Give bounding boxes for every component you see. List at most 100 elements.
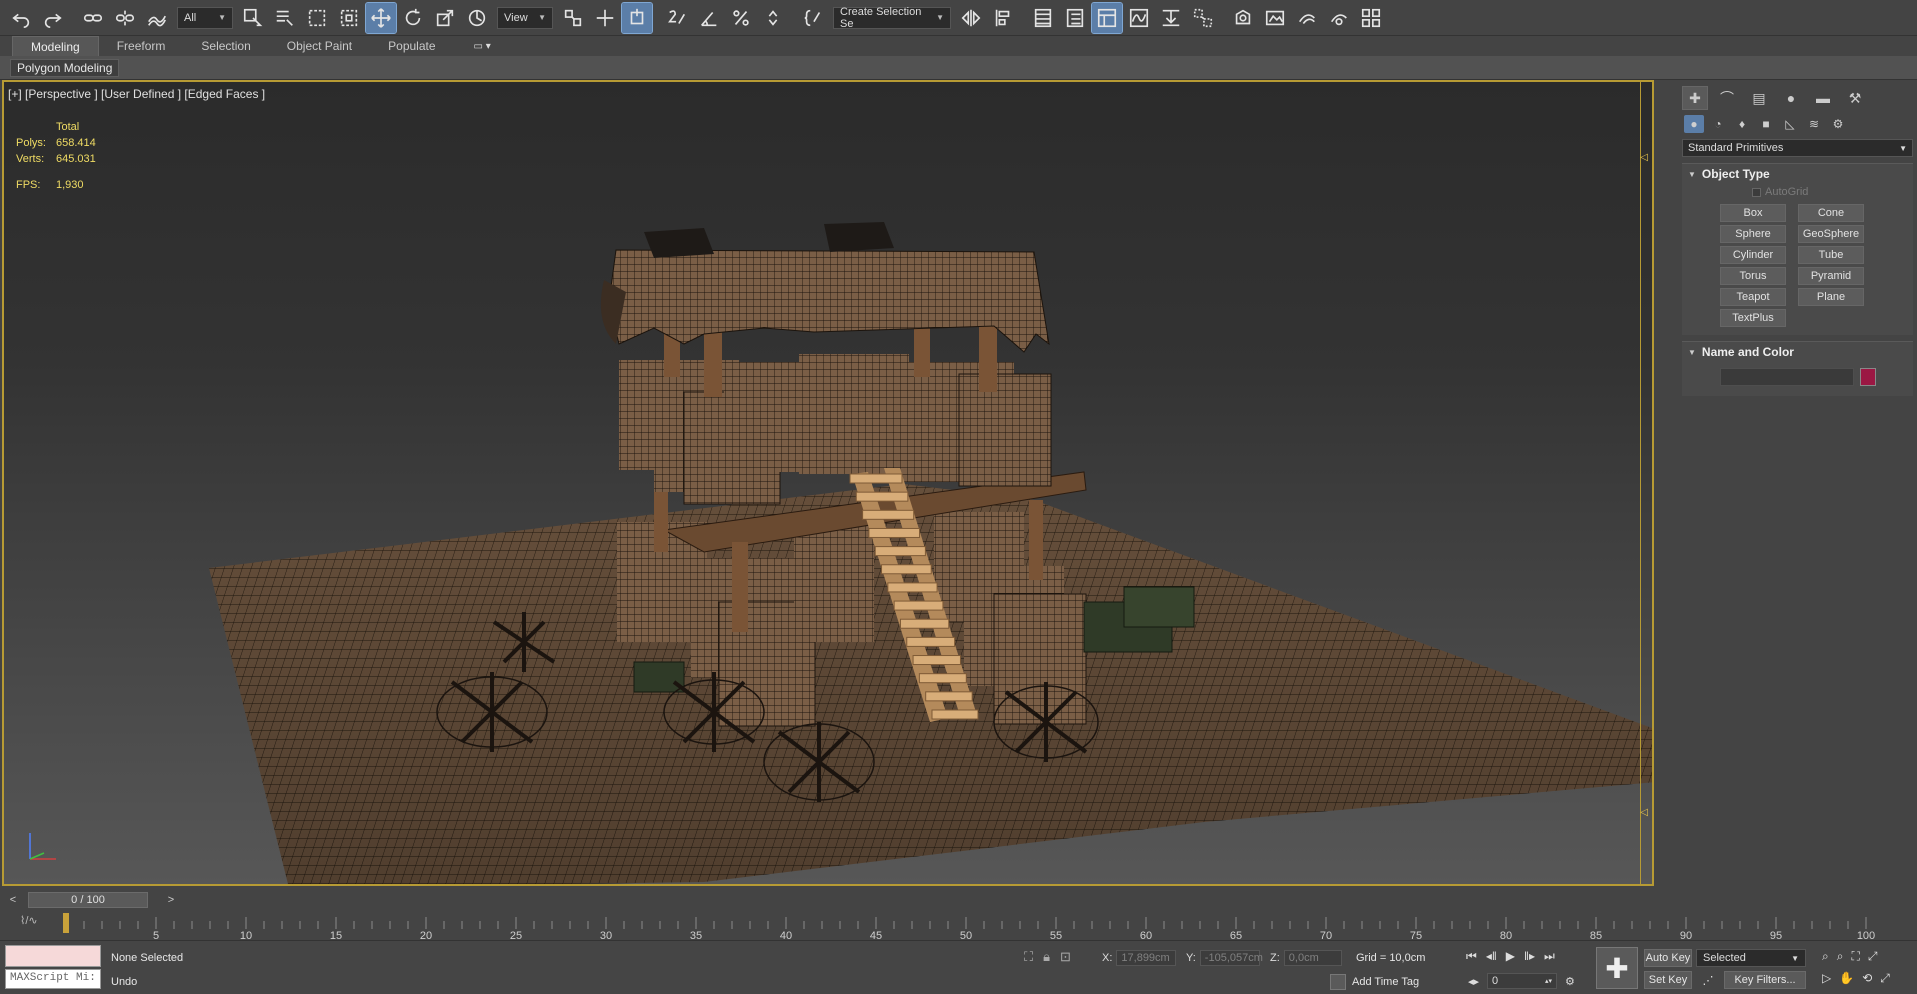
modify-tab-icon[interactable]: ⌒	[1714, 86, 1740, 110]
cone-button[interactable]: Cone	[1798, 204, 1864, 222]
helpers-icon[interactable]: ◺	[1780, 115, 1800, 133]
auto-key-button[interactable]: Auto Key	[1644, 949, 1692, 967]
undo-icon[interactable]	[6, 3, 36, 33]
scale-icon[interactable]	[430, 3, 460, 33]
selection-lock-icon[interactable]: 🔒︎	[1043, 949, 1050, 965]
current-frame-marker[interactable]	[63, 913, 69, 933]
render-iterative-icon[interactable]	[1324, 3, 1354, 33]
hierarchy-tab-icon[interactable]: ▤	[1746, 86, 1772, 110]
tab-freeform[interactable]: Freeform	[99, 36, 184, 56]
select-by-name-icon[interactable]	[270, 3, 300, 33]
go-to-end-icon[interactable]: ⏭	[1544, 949, 1555, 964]
rendered-frame-icon[interactable]	[1260, 3, 1290, 33]
percent-snap-icon[interactable]	[726, 3, 756, 33]
go-to-start-icon[interactable]: ⏮	[1466, 949, 1477, 964]
viewport-label[interactable]: [+] [Perspective ] [User Defined ] [Edge…	[8, 87, 265, 101]
set-key-button[interactable]: Set Key	[1644, 971, 1692, 989]
y-field[interactable]: -105,057cm	[1199, 950, 1263, 966]
time-slider-track[interactable]: 0 / 100 >	[20, 892, 1646, 908]
geosphere-button[interactable]: GeoSphere	[1798, 225, 1864, 243]
render-production-icon[interactable]	[1292, 3, 1322, 33]
select-object-icon[interactable]	[238, 3, 268, 33]
zoom-all-icon[interactable]: ⌕	[1837, 949, 1844, 964]
add-time-tag-button[interactable]: Add Time Tag	[1330, 974, 1419, 990]
lights-icon[interactable]: ♦	[1732, 115, 1752, 133]
autogrid-checkbox[interactable]: AutoGrid	[1682, 184, 1913, 200]
perspective-viewport[interactable]: [+] [Perspective ] [User Defined ] [Edge…	[2, 80, 1654, 886]
snaps-toggle-icon[interactable]	[662, 3, 692, 33]
orbit-icon[interactable]: ⟲	[1862, 971, 1872, 986]
set-keys-icon[interactable]: ✚	[1596, 947, 1638, 989]
tab-modeling[interactable]: Modeling	[12, 36, 99, 56]
textplus-button[interactable]: TextPlus	[1720, 309, 1786, 327]
default-in-out-tangents-icon[interactable]: ⋰	[1700, 971, 1716, 989]
render-gallery-icon[interactable]	[1356, 3, 1386, 33]
move-icon[interactable]	[365, 1, 397, 34]
select-and-manipulate-icon[interactable]	[590, 3, 620, 33]
layer-explorer-icon[interactable]	[1060, 3, 1090, 33]
key-selection-dropdown[interactable]: Selected ▼	[1696, 949, 1806, 967]
mirror-icon[interactable]	[956, 3, 986, 33]
curve-editor-icon[interactable]	[1124, 3, 1154, 33]
pyramid-button[interactable]: Pyramid	[1798, 267, 1864, 285]
rect-selection-icon[interactable]	[302, 3, 332, 33]
pan-view-icon[interactable]: ✋	[1839, 971, 1854, 986]
place-icon[interactable]	[462, 3, 492, 33]
motion-tab-icon[interactable]: ●	[1778, 86, 1804, 110]
render-setup-icon[interactable]	[1228, 3, 1258, 33]
x-field[interactable]: 17,899cm	[1116, 950, 1177, 966]
track-bar[interactable]: ⌇/∿ 5 10 15 20 25 30 35 40 45 50 55 60 65 70 75 80 85 90 9…	[6, 911, 1906, 939]
tab-selection[interactable]: Selection	[183, 36, 268, 56]
named-selection-dropdown[interactable]: Create Selection Se ▼	[833, 6, 951, 30]
angle-snap-icon[interactable]	[694, 3, 724, 33]
teapot-button[interactable]: Teapot	[1720, 288, 1786, 306]
use-pivot-icon[interactable]	[558, 3, 588, 33]
sphere-button[interactable]: Sphere	[1720, 225, 1786, 243]
time-slider-next-button[interactable]: >	[164, 892, 178, 908]
toggle-ribbon-icon[interactable]	[1091, 1, 1123, 34]
zoom-icon[interactable]: ⌕	[1822, 949, 1829, 964]
maxscript-mini-listener[interactable]: MAXScript Mi:	[5, 969, 101, 989]
current-frame-spinner[interactable]: 0 ▴▾	[1487, 973, 1558, 989]
torus-button[interactable]: Torus	[1720, 267, 1786, 285]
link-icon[interactable]	[78, 3, 108, 33]
geometry-icon[interactable]: ●	[1684, 115, 1704, 133]
box-button[interactable]: Box	[1720, 204, 1786, 222]
material-editor-icon[interactable]	[1188, 3, 1218, 33]
z-field[interactable]: 0,0cm	[1283, 950, 1342, 966]
time-config-icon[interactable]: ⚙	[1565, 975, 1575, 988]
redo-icon[interactable]	[38, 3, 68, 33]
zoom-extents-all-icon[interactable]: ⤢	[1868, 949, 1878, 964]
tab-populate[interactable]: Populate	[370, 36, 453, 56]
plane-button[interactable]: Plane	[1798, 288, 1864, 306]
systems-icon[interactable]: ⚙	[1828, 115, 1848, 133]
align-icon[interactable]	[988, 3, 1018, 33]
primitive-type-dropdown[interactable]: Standard Primitives ▼	[1682, 139, 1913, 157]
zoom-extents-icon[interactable]: ⛶	[1851, 949, 1859, 964]
object-name-field[interactable]	[1720, 368, 1854, 386]
key-filters-button[interactable]: Key Filters...	[1724, 971, 1806, 989]
time-slider-prev-button[interactable]: <	[6, 892, 20, 908]
time-slider-thumb[interactable]: 0 / 100	[28, 892, 148, 908]
object-type-header[interactable]: ▼ Object Type	[1682, 164, 1913, 184]
cylinder-button[interactable]: Cylinder	[1720, 246, 1786, 264]
utilities-tab-icon[interactable]: ⚒	[1842, 86, 1868, 110]
manipulate-icon[interactable]	[621, 1, 653, 34]
bind-space-warp-icon[interactable]	[142, 3, 172, 33]
field-of-view-icon[interactable]: ▷	[1822, 971, 1831, 986]
key-mode-icon[interactable]: ◂▸	[1468, 975, 1479, 988]
next-frame-icon[interactable]: ‖▸	[1524, 949, 1535, 964]
maxscript-listener-output[interactable]	[5, 945, 101, 967]
space-warps-icon[interactable]: ≋	[1804, 115, 1824, 133]
polygon-modeling-panel[interactable]: Polygon Modeling	[10, 59, 120, 77]
cameras-icon[interactable]: ■	[1756, 115, 1776, 133]
display-tab-icon[interactable]: ▬	[1810, 86, 1836, 110]
isolate-selection-icon[interactable]: ⛶	[1024, 949, 1033, 965]
rotate-icon[interactable]	[398, 3, 428, 33]
name-and-color-header[interactable]: ▼ Name and Color	[1682, 342, 1913, 362]
object-color-swatch[interactable]	[1860, 368, 1876, 386]
ribbon-options-icon[interactable]: ▭ ▾	[474, 41, 491, 52]
maximize-viewport-icon[interactable]: ⤢	[1880, 971, 1890, 986]
scene-explorer-icon[interactable]	[1028, 3, 1058, 33]
create-tab-icon[interactable]: ✚	[1682, 86, 1708, 110]
